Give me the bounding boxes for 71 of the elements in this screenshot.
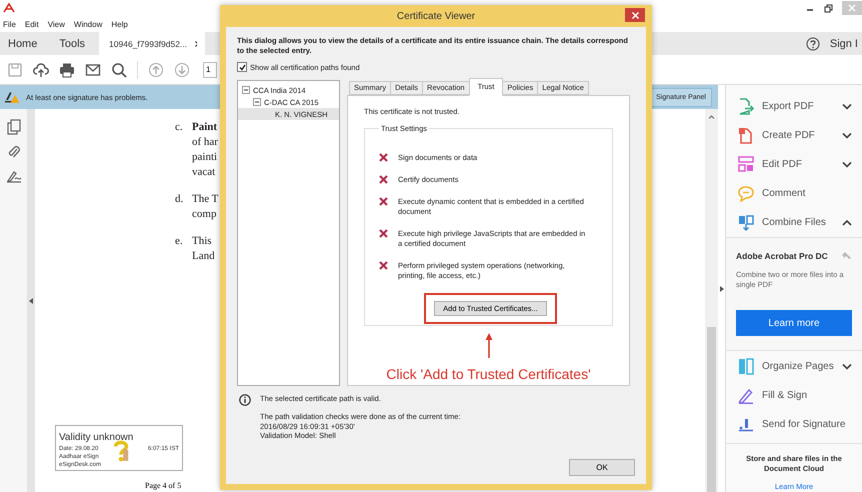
mail-icon[interactable] <box>85 62 101 78</box>
tool-item[interactable]: Combine Files <box>726 208 862 237</box>
checkbox[interactable] <box>237 62 247 72</box>
search-icon[interactable] <box>111 62 127 78</box>
section-heading: Paint <box>192 120 218 135</box>
scroll-up-icon[interactable] <box>708 113 715 121</box>
close-icon[interactable] <box>195 40 198 46</box>
document-text: Land <box>192 249 215 264</box>
menu-item[interactable]: Edit <box>24 20 39 28</box>
layout-icon[interactable] <box>738 156 754 173</box>
ok-button[interactable]: OK <box>569 459 635 476</box>
menu-item[interactable]: Help <box>111 20 128 28</box>
page-label: Page 4 of 5 <box>145 481 182 490</box>
tool-item[interactable]: Organize Pages <box>726 352 862 381</box>
document-text: comp <box>192 207 216 222</box>
document-text: vacat <box>192 165 216 180</box>
list-marker: d. <box>175 192 184 207</box>
chevron-icon[interactable] <box>842 132 852 139</box>
dialog-title: Certificate Viewer <box>396 10 476 22</box>
paperclip-icon[interactable] <box>6 144 20 160</box>
nav-tab[interactable]: Home <box>0 32 46 55</box>
collapse-arrow-icon[interactable] <box>29 298 33 304</box>
document-icon[interactable] <box>738 127 754 144</box>
promo-title: Adobe Acrobat Pro DC <box>736 251 828 261</box>
page-number-field[interactable]: 1 <box>203 62 217 78</box>
chevron-icon[interactable] <box>842 363 852 370</box>
chevron-icon[interactable] <box>842 103 852 110</box>
signature-pen-icon[interactable] <box>6 169 22 183</box>
tool-item[interactable]: Comment <box>726 179 862 208</box>
annotation-arrow <box>484 332 494 358</box>
restore-icon <box>824 4 832 12</box>
help-icon[interactable] <box>806 36 820 50</box>
info-icon <box>239 394 251 406</box>
menu-item[interactable]: View <box>48 20 65 28</box>
pages-icon[interactable] <box>6 119 20 135</box>
tool-item[interactable]: Fill & Sign <box>726 381 862 410</box>
annotation-text: Click 'Add to Trusted Certificates' <box>386 366 591 382</box>
tree-toggle-icon[interactable] <box>253 98 261 106</box>
scrollbar[interactable] <box>705 109 718 492</box>
menu-item[interactable]: Window <box>74 20 102 28</box>
list-marker: e. <box>175 234 184 249</box>
nav-tab[interactable]: Tools <box>51 32 94 55</box>
tool-item[interactable]: Export PDF <box>726 92 862 121</box>
document-text: painti <box>192 150 218 165</box>
document-tab[interactable]: 10946_f7993f9d52... <box>99 32 206 55</box>
document-arrow-icon[interactable] <box>738 98 754 115</box>
pen-icon[interactable] <box>738 387 754 404</box>
close-icon <box>632 12 638 18</box>
menu-item[interactable]: File <box>3 20 16 28</box>
app-logo-icon <box>3 3 15 13</box>
tool-item[interactable]: Send for Signature <box>726 410 862 439</box>
cloud-upload-icon[interactable] <box>33 62 49 78</box>
stamp-title: Validity unknown <box>59 432 134 444</box>
signature-icon[interactable] <box>738 416 754 433</box>
close-button[interactable] <box>625 8 645 22</box>
tool-item[interactable]: Edit PDF <box>726 150 862 179</box>
document-text: of har <box>192 135 218 150</box>
learn-more-button[interactable]: Learn more <box>736 310 852 336</box>
document-text: The T <box>192 192 218 207</box>
files-icon[interactable] <box>738 214 754 231</box>
chevron-icon[interactable] <box>842 161 852 168</box>
document-text: This <box>192 234 212 249</box>
chevron-icon[interactable] <box>842 219 852 226</box>
tree-toggle-icon[interactable] <box>242 86 250 94</box>
expand-arrow-icon[interactable] <box>720 286 724 292</box>
signature-warning-icon <box>4 90 20 104</box>
print-icon[interactable] <box>59 62 75 78</box>
tool-item[interactable]: Create PDF <box>726 121 862 150</box>
close-icon <box>848 4 856 12</box>
sign-in-link[interactable]: Sign I <box>830 32 858 55</box>
list-marker: c. <box>175 120 184 135</box>
